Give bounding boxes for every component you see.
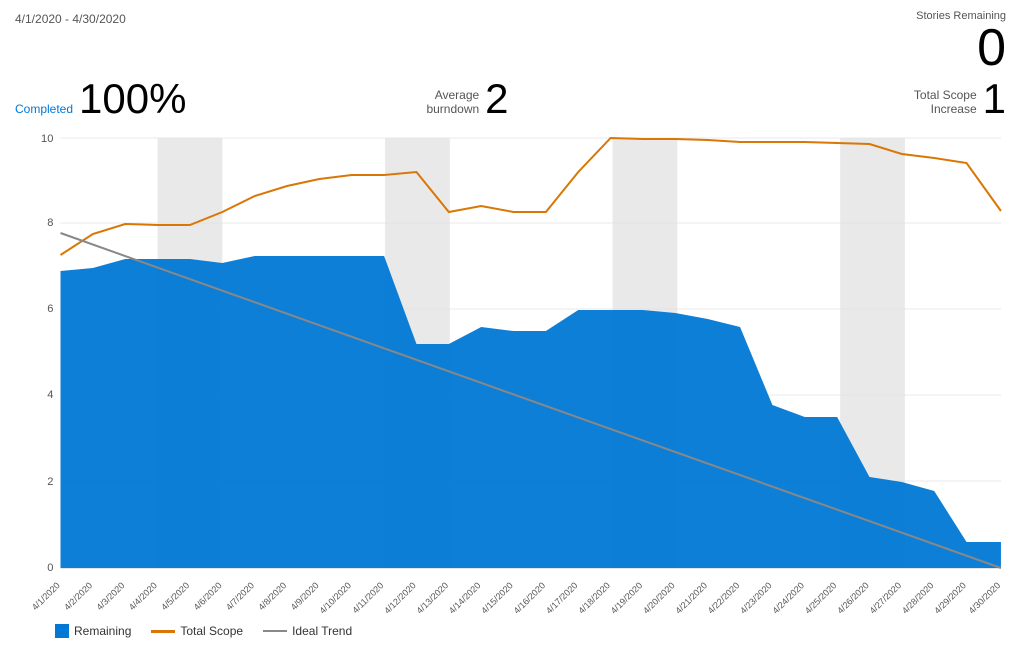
svg-text:4/5/2020: 4/5/2020 xyxy=(159,580,191,612)
svg-text:4/4/2020: 4/4/2020 xyxy=(127,580,159,612)
completed-value: 100% xyxy=(79,78,186,120)
svg-text:4/11/2020: 4/11/2020 xyxy=(350,580,385,615)
svg-text:4/20/2020: 4/20/2020 xyxy=(641,580,677,615)
svg-text:4/26/2020: 4/26/2020 xyxy=(835,580,871,615)
svg-text:4/29/2020: 4/29/2020 xyxy=(932,580,968,615)
avg-burndown-metric: Average burndown 2 xyxy=(426,78,508,120)
svg-text:10: 10 xyxy=(41,133,53,145)
ideal-trend-legend-label: Ideal Trend xyxy=(292,624,352,638)
legend-total-scope: Total Scope xyxy=(151,624,243,638)
svg-text:4/7/2020: 4/7/2020 xyxy=(224,580,256,612)
svg-text:8: 8 xyxy=(47,217,53,229)
total-scope-legend-label: Total Scope xyxy=(180,624,243,638)
x-axis-labels: 4/1/2020 4/2/2020 4/3/2020 4/4/2020 4/5/… xyxy=(30,580,1003,615)
svg-text:4/3/2020: 4/3/2020 xyxy=(94,580,126,612)
svg-text:4/15/2020: 4/15/2020 xyxy=(479,580,515,615)
svg-text:4/14/2020: 4/14/2020 xyxy=(447,580,483,615)
date-range: 4/1/2020 - 4/30/2020 xyxy=(15,12,126,26)
completed-metric: Completed 100% xyxy=(15,78,186,120)
chart-legend: Remaining Total Scope Ideal Trend xyxy=(15,624,1006,638)
svg-text:4/10/2020: 4/10/2020 xyxy=(317,580,353,615)
avg-burndown-label1: Average xyxy=(426,88,479,102)
completed-label: Completed xyxy=(15,102,73,116)
svg-text:4/12/2020: 4/12/2020 xyxy=(382,580,418,615)
svg-text:4/24/2020: 4/24/2020 xyxy=(770,580,806,615)
svg-text:4/28/2020: 4/28/2020 xyxy=(900,580,936,615)
total-scope-legend-line xyxy=(151,630,175,633)
svg-text:4/13/2020: 4/13/2020 xyxy=(415,580,451,615)
remaining-legend-label: Remaining xyxy=(74,624,131,638)
svg-text:6: 6 xyxy=(47,303,53,315)
svg-text:4/18/2020: 4/18/2020 xyxy=(576,580,612,615)
svg-text:4/17/2020: 4/17/2020 xyxy=(544,580,580,615)
stories-remaining-widget: Stories Remaining 0 xyxy=(916,10,1006,74)
remaining-legend-box xyxy=(55,624,69,638)
svg-text:4/8/2020: 4/8/2020 xyxy=(256,580,288,612)
legend-remaining: Remaining xyxy=(55,624,131,638)
stories-remaining-value: 0 xyxy=(916,22,1006,74)
burndown-chart: 0 2 4 6 8 10 xyxy=(15,128,1006,618)
svg-text:4/30/2020: 4/30/2020 xyxy=(967,580,1003,615)
total-scope-metric: Total Scope Increase 1 xyxy=(914,78,1006,120)
svg-text:4/6/2020: 4/6/2020 xyxy=(192,580,224,612)
metrics-bar: Completed 100% Average burndown 2 Total … xyxy=(15,78,1006,120)
svg-text:2: 2 xyxy=(47,476,53,488)
svg-text:4/2/2020: 4/2/2020 xyxy=(62,580,94,612)
svg-text:4/16/2020: 4/16/2020 xyxy=(512,580,548,615)
total-scope-label1: Total Scope xyxy=(914,88,977,102)
svg-text:4: 4 xyxy=(47,389,53,401)
avg-burndown-label2: burndown xyxy=(426,102,479,116)
svg-text:4/1/2020: 4/1/2020 xyxy=(30,580,62,612)
svg-text:4/25/2020: 4/25/2020 xyxy=(803,580,839,615)
svg-text:4/27/2020: 4/27/2020 xyxy=(868,580,904,615)
legend-ideal-trend: Ideal Trend xyxy=(263,624,352,638)
svg-text:4/23/2020: 4/23/2020 xyxy=(738,580,774,615)
svg-text:4/19/2020: 4/19/2020 xyxy=(609,580,645,615)
ideal-trend-legend-line xyxy=(263,630,287,632)
svg-text:0: 0 xyxy=(47,562,53,574)
chart-area: 0 2 4 6 8 10 xyxy=(15,128,1006,618)
svg-text:4/22/2020: 4/22/2020 xyxy=(706,580,742,615)
dashboard-container: 4/1/2020 - 4/30/2020 Stories Remaining 0… xyxy=(0,0,1021,665)
top-bar: 4/1/2020 - 4/30/2020 Stories Remaining 0 xyxy=(15,10,1006,74)
avg-burndown-value: 2 xyxy=(485,78,508,120)
svg-text:4/9/2020: 4/9/2020 xyxy=(289,580,321,612)
total-scope-value: 1 xyxy=(983,78,1006,120)
svg-text:4/21/2020: 4/21/2020 xyxy=(673,580,709,615)
total-scope-label2: Increase xyxy=(914,102,977,116)
